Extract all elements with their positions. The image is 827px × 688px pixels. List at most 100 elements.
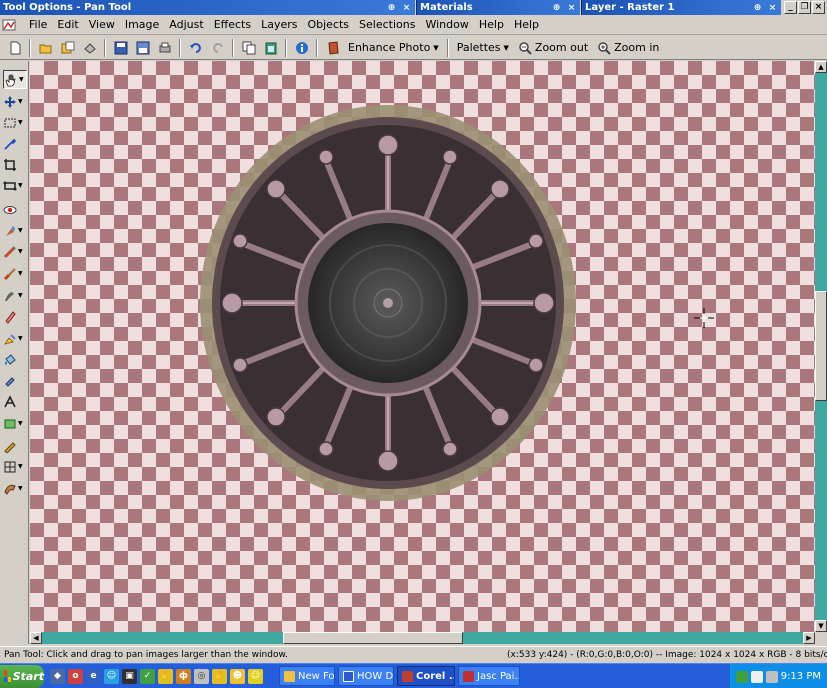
menu-adjust[interactable]: Adjust <box>164 18 208 31</box>
mouse-icon[interactable]: ◎ <box>194 668 209 684</box>
smiley-icon[interactable]: ☻ <box>230 668 245 684</box>
red-eye-tool[interactable] <box>3 200 27 219</box>
fox-icon[interactable]: ф <box>176 668 191 684</box>
straighten-tool[interactable]: ▼ <box>3 176 27 195</box>
paste-button[interactable] <box>260 38 281 58</box>
scratch-icon <box>3 245 16 258</box>
media-icon[interactable]: ▣ <box>122 668 137 684</box>
scroll-down-icon[interactable]: ▼ <box>815 620 827 632</box>
scratch-remover-tool[interactable]: ▼ <box>3 242 27 261</box>
dropper-tool[interactable] <box>3 134 27 153</box>
cursor-crosshair-icon <box>694 308 714 328</box>
menu-selections[interactable]: Selections <box>354 18 420 31</box>
eyedrop-fill-tool[interactable] <box>3 371 27 390</box>
enhance-photo-button[interactable]: Enhance Photo ▼ <box>344 38 443 58</box>
app-logo-icon[interactable] <box>2 18 16 32</box>
image-canvas[interactable] <box>30 61 815 632</box>
horizontal-scrollbar[interactable]: ◀ ▶ <box>30 632 815 644</box>
zoom-in-button[interactable]: Zoom in <box>593 38 663 58</box>
task-new-folder[interactable]: New Fol... <box>279 666 335 686</box>
vertical-scroll-thumb[interactable] <box>815 291 827 401</box>
save-as-button[interactable] <box>132 38 153 58</box>
browser-icon[interactable]: e <box>86 668 101 684</box>
flood-fill-tool[interactable] <box>3 350 27 369</box>
menu-objects[interactable]: Objects <box>302 18 354 31</box>
messenger-icon[interactable]: ☺ <box>104 668 119 684</box>
task-word-doc[interactable]: HOW D... <box>338 666 394 686</box>
close-window-icon[interactable]: × <box>812 1 825 14</box>
open-button[interactable] <box>35 38 56 58</box>
menu-image[interactable]: Image <box>120 18 164 31</box>
horizontal-scroll-thumb[interactable] <box>283 632 463 644</box>
pan-tool[interactable]: ▼ <box>3 70 27 89</box>
hand-icon[interactable]: ✋ <box>158 668 173 684</box>
menu-layers[interactable]: Layers <box>256 18 302 31</box>
vertical-scrollbar[interactable]: ▲ ▼ <box>815 61 827 632</box>
redo-button[interactable] <box>207 38 228 58</box>
smiley-icon-2[interactable]: ☺ <box>248 668 263 684</box>
pin-icon[interactable]: ⊕ <box>385 2 398 13</box>
undo-button[interactable] <box>185 38 206 58</box>
menu-file[interactable]: File <box>24 18 52 31</box>
scroll-right-icon[interactable]: ▶ <box>803 632 815 644</box>
info-button[interactable] <box>291 38 312 58</box>
restore-icon[interactable]: ❐ <box>798 1 811 14</box>
task-corel[interactable]: Corel ... <box>397 666 455 686</box>
browse-button[interactable] <box>57 38 78 58</box>
warp-icon <box>4 461 16 472</box>
move-tool[interactable]: ▼ <box>3 92 27 111</box>
menu-help[interactable]: Help <box>474 18 509 31</box>
save-button[interactable] <box>110 38 131 58</box>
menu-effects[interactable]: Effects <box>209 18 256 31</box>
hand-icon-2[interactable]: ✋ <box>212 668 227 684</box>
scan-button[interactable] <box>79 38 100 58</box>
tool-options-title: Tool Options - Pan Tool <box>3 2 132 13</box>
new-button[interactable] <box>4 38 25 58</box>
clock[interactable]: 9:13 PM <box>781 671 821 682</box>
flood-fill-icon <box>5 353 16 365</box>
text-tool[interactable] <box>3 392 27 411</box>
close-icon[interactable]: × <box>766 2 779 13</box>
shape-tool[interactable]: ▼ <box>3 414 27 433</box>
materials-titlebar[interactable]: Materials ⊕ × <box>417 0 581 15</box>
close-icon[interactable]: × <box>400 2 413 13</box>
clone-tool[interactable]: ▼ <box>3 221 27 240</box>
palettes-button[interactable]: Palettes ▼ <box>453 38 513 58</box>
tray-panda-icon[interactable] <box>750 670 763 683</box>
scroll-left-icon[interactable]: ◀ <box>30 632 42 644</box>
menu-help-2[interactable]: Help <box>509 18 544 31</box>
layer-titlebar[interactable]: Layer - Raster 1 ⊕ × <box>582 0 782 15</box>
minimize-icon[interactable]: _ <box>784 1 797 14</box>
warp-tool[interactable]: ▼ <box>3 457 27 476</box>
tray-status-icon[interactable] <box>735 670 748 683</box>
paint-brush-tool[interactable]: ▼ <box>3 264 27 283</box>
start-button[interactable]: Start <box>0 664 44 688</box>
close-icon[interactable]: × <box>565 2 578 13</box>
tool-options-titlebar[interactable]: Tool Options - Pan Tool ⊕ × <box>0 0 416 15</box>
eraser-tool[interactable] <box>3 307 27 326</box>
learning-center-button[interactable] <box>322 38 343 58</box>
show-desktop-icon[interactable]: ◆ <box>50 668 65 684</box>
pen-tool[interactable] <box>3 436 27 455</box>
crop-tool[interactable] <box>3 155 27 174</box>
tray-app-icon[interactable] <box>765 670 778 683</box>
picture-tube-tool[interactable]: ▼ <box>3 479 27 498</box>
app-icon[interactable]: o <box>68 668 83 684</box>
menu-edit[interactable]: Edit <box>52 18 83 31</box>
standard-toolbar: Enhance Photo ▼ Palettes ▼ Zoom out Zoom… <box>0 36 827 60</box>
pin-icon[interactable]: ⊕ <box>751 2 764 13</box>
background-eraser-tool[interactable]: ▼ <box>3 329 27 348</box>
print-button[interactable] <box>154 38 175 58</box>
corel-icon <box>402 670 413 682</box>
task-jasc[interactable]: Jasc Pai... <box>458 666 520 686</box>
zoom-out-button[interactable]: Zoom out <box>514 38 592 58</box>
network-icon[interactable]: ✓ <box>140 668 155 684</box>
menu-view[interactable]: View <box>84 18 120 31</box>
tools-palette: ▼ ▼ ▼ ▼ ▼ ▼ ▼ ▼ ▼ ▼ ▼ ▼ <box>0 61 29 644</box>
menu-window[interactable]: Window <box>420 18 473 31</box>
smudge-tool[interactable]: ▼ <box>3 286 27 305</box>
pin-icon[interactable]: ⊕ <box>550 2 563 13</box>
selection-tool[interactable]: ▼ <box>3 113 27 132</box>
scroll-up-icon[interactable]: ▲ <box>815 61 827 73</box>
copy-button[interactable] <box>238 38 259 58</box>
